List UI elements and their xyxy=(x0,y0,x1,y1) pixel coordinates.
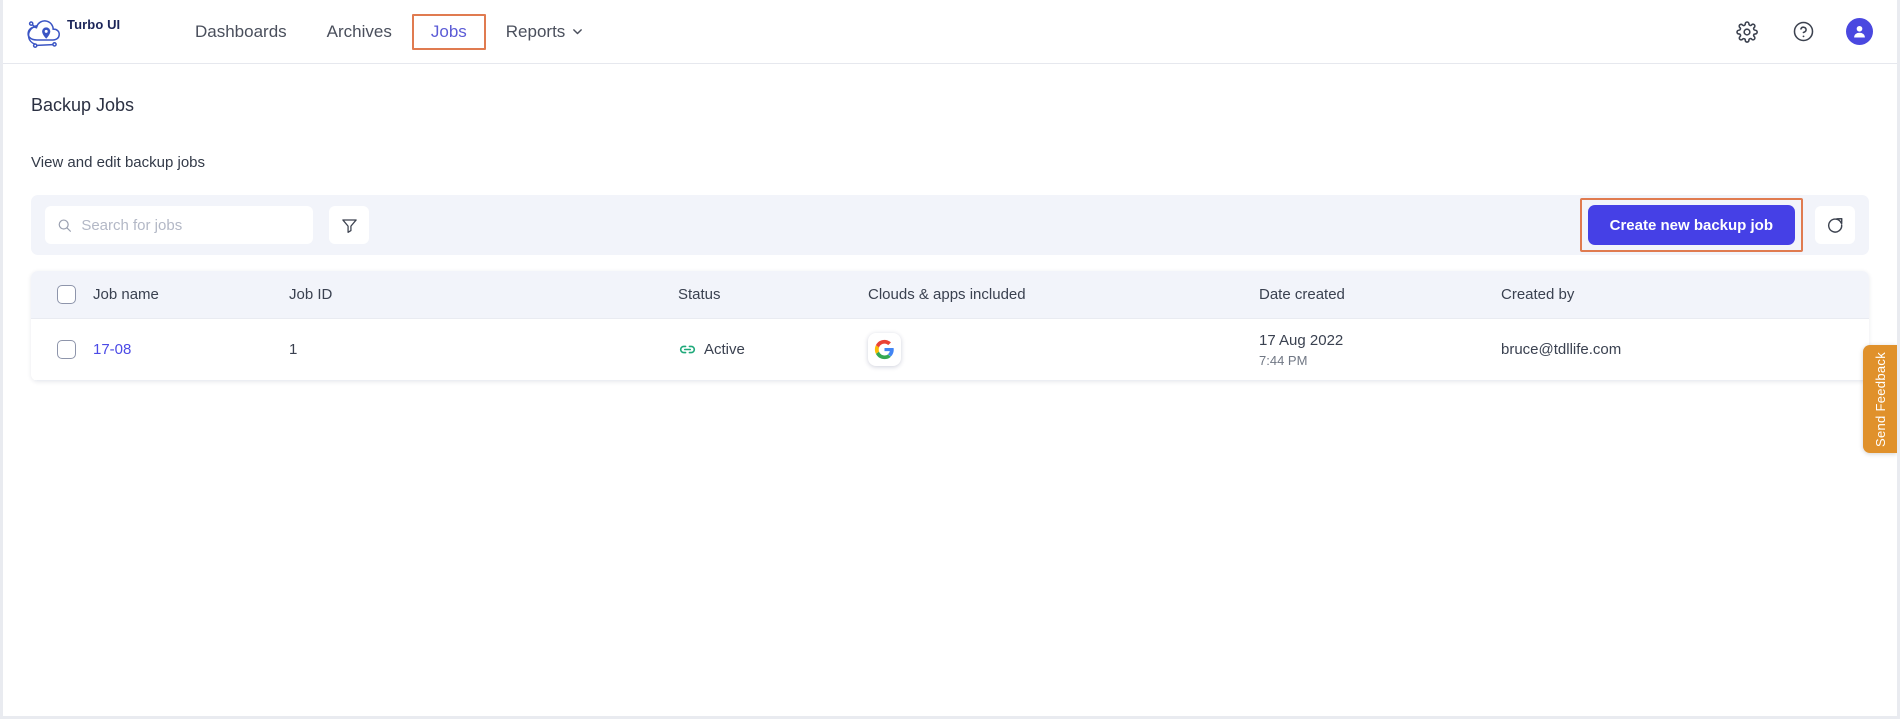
google-icon xyxy=(874,339,894,360)
table-header-row: Job name Job ID Status Clouds & apps inc… xyxy=(31,271,1869,319)
search-box[interactable] xyxy=(45,206,313,244)
help-circle-icon[interactable] xyxy=(1790,19,1816,45)
row-select-cell xyxy=(31,340,93,359)
nav-item-label: Dashboards xyxy=(195,21,287,41)
create-new-backup-job-highlight: Create new backup job xyxy=(1579,198,1803,252)
cloud-pin-network-icon xyxy=(27,19,60,48)
top-bar-actions xyxy=(1734,18,1873,45)
cell-date-created: 17 Aug 2022 7:44 PM xyxy=(1259,331,1501,369)
send-feedback-tab[interactable]: Send Feedback xyxy=(1863,345,1897,453)
brand-logo[interactable]: Turbo UI xyxy=(23,14,143,50)
select-all-cell xyxy=(31,285,93,304)
user-avatar-icon[interactable] xyxy=(1846,18,1873,45)
cell-status: Active xyxy=(678,340,868,359)
status-badge: Active xyxy=(704,341,745,358)
row-checkbox[interactable] xyxy=(56,340,76,359)
date-created-value: 17 Aug 2022 xyxy=(1259,331,1344,349)
column-header-job-id[interactable]: Job ID xyxy=(289,286,678,303)
page-title: Backup Jobs xyxy=(31,95,135,115)
page-subtitle: View and edit backup jobs xyxy=(31,154,206,171)
cell-clouds-apps xyxy=(868,333,1259,366)
gear-icon[interactable] xyxy=(1734,19,1760,45)
job-name-link[interactable]: 17-08 xyxy=(93,341,131,358)
cell-job-id: 1 xyxy=(289,341,298,358)
filter-button[interactable] xyxy=(329,206,369,244)
column-header-status[interactable]: Status xyxy=(678,286,868,303)
toolbar-actions: Create new backup job xyxy=(1579,198,1855,252)
column-header-date-created[interactable]: Date created xyxy=(1259,286,1501,303)
column-header-created-by[interactable]: Created by xyxy=(1501,286,1801,303)
cell-job-name: 17-08 xyxy=(93,341,289,358)
google-app-chip[interactable] xyxy=(868,333,901,366)
chevron-down-icon xyxy=(573,29,583,35)
column-header-clouds-apps[interactable]: Clouds & apps included xyxy=(868,286,1259,303)
jobs-toolbar: Create new backup job xyxy=(31,195,1869,255)
create-new-backup-job-button[interactable]: Create new backup job xyxy=(1587,205,1795,245)
nav-item-label: Jobs xyxy=(430,21,467,41)
funnel-filter-icon xyxy=(341,218,357,233)
app-viewport: Turbo UI Dashboards Archives Jobs Report… xyxy=(0,0,1900,719)
brand-name: Turbo UI xyxy=(67,17,121,32)
nav-item-label: Reports xyxy=(505,21,566,41)
refresh-icon xyxy=(1828,218,1843,233)
nav-item-dashboards[interactable]: Dashboards xyxy=(175,13,307,51)
link-chain-icon xyxy=(679,345,696,354)
column-header-job-name[interactable]: Job name xyxy=(93,286,289,303)
page-content: Backup Jobs View and edit backup jobs Cr… xyxy=(3,64,1897,381)
jobs-table: Job name Job ID Status Clouds & apps inc… xyxy=(31,271,1869,381)
search-input[interactable] xyxy=(81,216,301,234)
nav-item-archives[interactable]: Archives xyxy=(307,13,412,51)
search-icon xyxy=(58,218,72,232)
send-feedback-label: Send Feedback xyxy=(1872,351,1888,447)
nav-item-reports[interactable]: Reports xyxy=(486,13,604,51)
cell-created-by: bruce@tdllife.com xyxy=(1501,341,1622,358)
nav-item-label: Archives xyxy=(326,21,392,41)
nav-item-jobs[interactable]: Jobs xyxy=(411,13,486,50)
select-all-checkbox[interactable] xyxy=(56,285,76,304)
main-nav: Dashboards Archives Jobs Reports xyxy=(175,13,603,51)
top-navigation-bar: Turbo UI Dashboards Archives Jobs Report… xyxy=(3,0,1897,64)
table-row[interactable]: 17-08 1 Active 17 Aug 2022 7:44 PM bruce… xyxy=(31,319,1869,381)
refresh-button[interactable] xyxy=(1815,206,1855,244)
time-created-value: 7:44 PM xyxy=(1259,352,1308,368)
